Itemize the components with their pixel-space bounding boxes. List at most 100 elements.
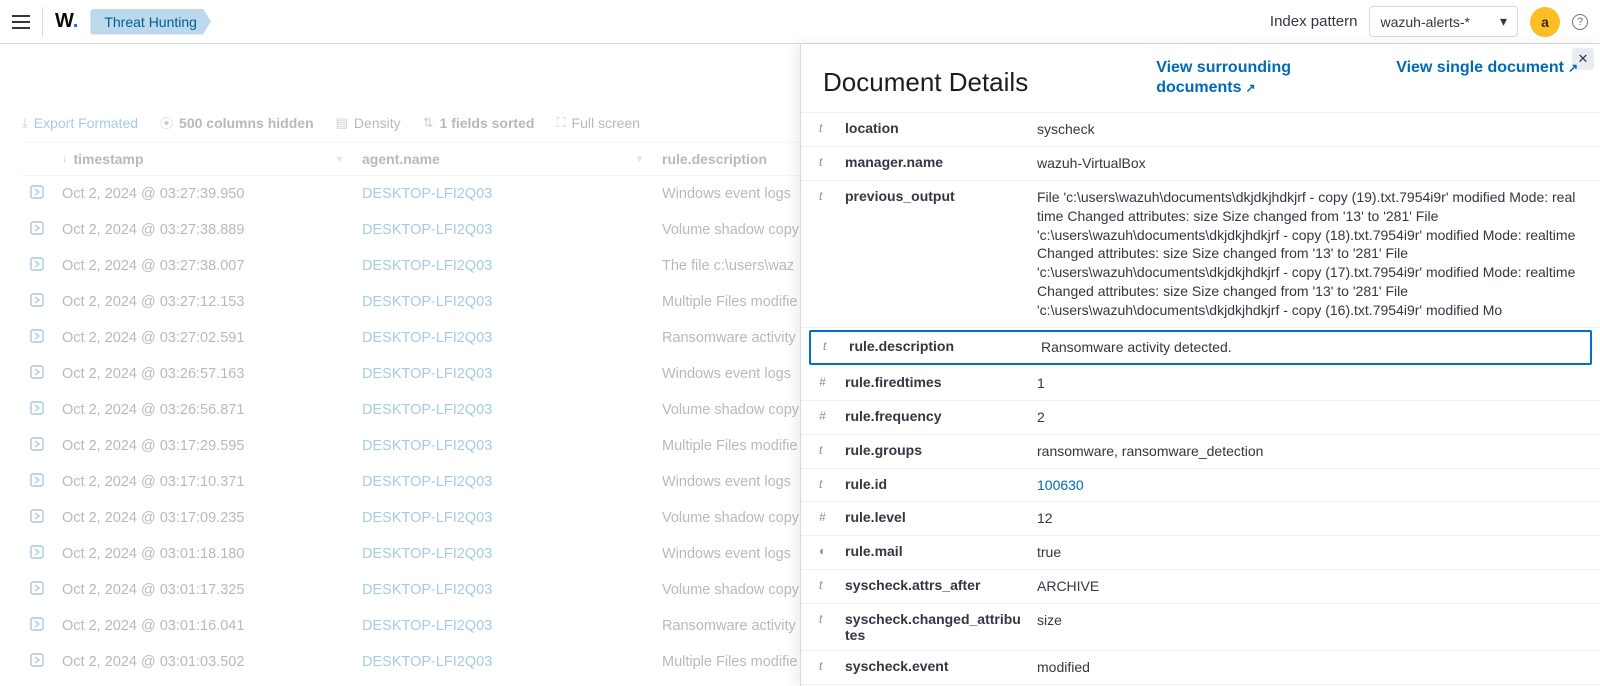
menu-toggle-icon[interactable]	[12, 15, 30, 29]
field-row[interactable]: tsyscheck.changed_attributessize	[801, 604, 1600, 651]
cell-agent-name[interactable]: DESKTOP-LFI2Q03	[352, 254, 652, 278]
field-name: rule.frequency	[845, 408, 1025, 424]
cell-agent-name[interactable]: DESKTOP-LFI2Q03	[352, 182, 652, 206]
chevron-down-icon: ▾	[1500, 13, 1507, 30]
col-agent-name[interactable]: agent.name▾	[352, 143, 652, 175]
cell-timestamp: Oct 2, 2024 @ 03:27:38.007	[52, 254, 352, 278]
field-name: rule.mail	[845, 543, 1025, 559]
cell-timestamp: Oct 2, 2024 @ 03:27:02.591	[52, 326, 352, 350]
cell-agent-name[interactable]: DESKTOP-LFI2Q03	[352, 506, 652, 530]
field-row[interactable]: tprevious_outputFile 'c:\users\wazuh\doc…	[801, 181, 1600, 328]
view-single-link[interactable]: View single document↗	[1396, 58, 1578, 78]
chevron-down-icon: ▾	[337, 154, 342, 165]
cell-timestamp: Oct 2, 2024 @ 03:26:56.871	[52, 398, 352, 422]
field-row[interactable]: tsyscheck.eventmodified	[801, 651, 1600, 685]
index-pattern-select[interactable]: wazuh-alerts-* ▾	[1369, 6, 1518, 37]
expand-row-icon[interactable]	[22, 580, 52, 600]
export-button[interactable]: ⤓Export Formated	[22, 115, 138, 131]
index-pattern-label: Index pattern	[1270, 13, 1358, 30]
cell-timestamp: Oct 2, 2024 @ 03:01:18.180	[52, 542, 352, 566]
flyout-header: Document Details View surrounding docume…	[801, 44, 1600, 113]
field-type-icon: #	[819, 509, 833, 524]
cell-agent-name[interactable]: DESKTOP-LFI2Q03	[352, 398, 652, 422]
cell-agent-name[interactable]: DESKTOP-LFI2Q03	[352, 362, 652, 386]
field-name: rule.id	[845, 476, 1025, 492]
field-row[interactable]: #rule.firedtimes1	[801, 367, 1600, 401]
header-right: Index pattern wazuh-alerts-* ▾ a ?	[1270, 6, 1588, 37]
expand-row-icon[interactable]	[22, 328, 52, 348]
density-button[interactable]: ▤Density	[336, 115, 401, 131]
chevron-down-icon: ▾	[637, 154, 642, 165]
field-value: ARCHIVE	[1037, 577, 1588, 596]
fullscreen-button[interactable]: ⛶Full screen	[556, 115, 640, 131]
field-type-icon: t	[819, 120, 833, 135]
field-value[interactable]: 100630	[1037, 476, 1588, 495]
cell-timestamp: Oct 2, 2024 @ 03:17:29.595	[52, 434, 352, 458]
cell-agent-name[interactable]: DESKTOP-LFI2Q03	[352, 434, 652, 458]
cell-timestamp: Oct 2, 2024 @ 03:26:57.163	[52, 362, 352, 386]
cell-agent-name[interactable]: DESKTOP-LFI2Q03	[352, 290, 652, 314]
app-header: W. Threat Hunting Index pattern wazuh-al…	[0, 0, 1600, 44]
cell-agent-name[interactable]: DESKTOP-LFI2Q03	[352, 614, 652, 638]
field-row[interactable]: tsyscheck.attrs_afterARCHIVE	[801, 570, 1600, 604]
expand-row-icon[interactable]	[22, 400, 52, 420]
export-icon: ⤓	[22, 115, 28, 131]
avatar[interactable]: a	[1530, 7, 1560, 37]
field-row[interactable]: trule.descriptionRansomware activity det…	[809, 330, 1592, 365]
field-value: Ransomware activity detected.	[1041, 338, 1582, 357]
sort-desc-icon: ↓	[62, 153, 68, 165]
expand-row-icon[interactable]	[22, 472, 52, 492]
field-type-icon: t	[819, 442, 833, 457]
expand-row-icon[interactable]	[22, 184, 52, 204]
density-icon: ▤	[336, 115, 348, 131]
cell-agent-name[interactable]: DESKTOP-LFI2Q03	[352, 542, 652, 566]
help-icon[interactable]: ?	[1572, 14, 1588, 30]
index-pattern-value: wazuh-alerts-*	[1380, 14, 1469, 30]
external-link-icon: ↗	[1568, 61, 1578, 75]
cell-agent-name[interactable]: DESKTOP-LFI2Q03	[352, 470, 652, 494]
field-row[interactable]: # rule.frequency 2	[801, 401, 1600, 435]
field-value: size	[1037, 611, 1588, 630]
fullscreen-icon: ⛶	[556, 115, 565, 131]
field-row[interactable]: tmanager.namewazuh-VirtualBox	[801, 147, 1600, 181]
field-name: syscheck.attrs_after	[845, 577, 1025, 593]
columns-hidden-button[interactable]: ⦿500 columns hidden	[160, 113, 314, 132]
expand-row-icon[interactable]	[22, 292, 52, 312]
field-value: 12	[1037, 509, 1588, 528]
app-logo[interactable]: W.	[55, 10, 78, 33]
field-type-icon: ◐	[819, 543, 833, 558]
expand-row-icon[interactable]	[22, 616, 52, 636]
field-type-icon: #	[819, 408, 833, 423]
view-surrounding-link[interactable]: View surrounding documents↗	[1156, 58, 1356, 98]
flyout-body[interactable]: tlocationsyschecktmanager.namewazuh-Virt…	[801, 113, 1600, 686]
expand-row-icon[interactable]	[22, 436, 52, 456]
field-type-icon: t	[819, 476, 833, 491]
field-value: ransomware, ransomware_detection	[1037, 442, 1588, 461]
cell-agent-name[interactable]: DESKTOP-LFI2Q03	[352, 650, 652, 674]
field-row[interactable]: t rule.id 100630	[801, 469, 1600, 503]
expand-row-icon[interactable]	[22, 220, 52, 240]
col-expand	[22, 143, 52, 175]
cell-agent-name[interactable]: DESKTOP-LFI2Q03	[352, 218, 652, 242]
field-name: syscheck.event	[845, 658, 1025, 674]
field-value: 2	[1037, 408, 1588, 427]
field-row[interactable]: #rule.level12	[801, 502, 1600, 536]
field-row[interactable]: tlocationsyscheck	[801, 113, 1600, 147]
field-value: syscheck	[1037, 120, 1588, 139]
sort-button[interactable]: ⇅1 fields sorted	[423, 115, 535, 131]
breadcrumb[interactable]: Threat Hunting	[90, 9, 211, 35]
flyout-title: Document Details	[823, 67, 1028, 98]
cell-agent-name[interactable]: DESKTOP-LFI2Q03	[352, 578, 652, 602]
field-type-icon: t	[823, 338, 837, 353]
col-timestamp[interactable]: ↓timestamp▾	[52, 143, 352, 175]
expand-row-icon[interactable]	[22, 364, 52, 384]
expand-row-icon[interactable]	[22, 652, 52, 672]
cell-agent-name[interactable]: DESKTOP-LFI2Q03	[352, 326, 652, 350]
expand-row-icon[interactable]	[22, 508, 52, 528]
expand-row-icon[interactable]	[22, 256, 52, 276]
field-value: File 'c:\users\wazuh\documents\dkjdkjhdk…	[1037, 188, 1588, 320]
field-row[interactable]: ◐rule.mailtrue	[801, 536, 1600, 570]
document-details-flyout: ✕ Document Details View surrounding docu…	[800, 44, 1600, 686]
field-row[interactable]: trule.groupsransomware, ransomware_detec…	[801, 435, 1600, 469]
expand-row-icon[interactable]	[22, 544, 52, 564]
